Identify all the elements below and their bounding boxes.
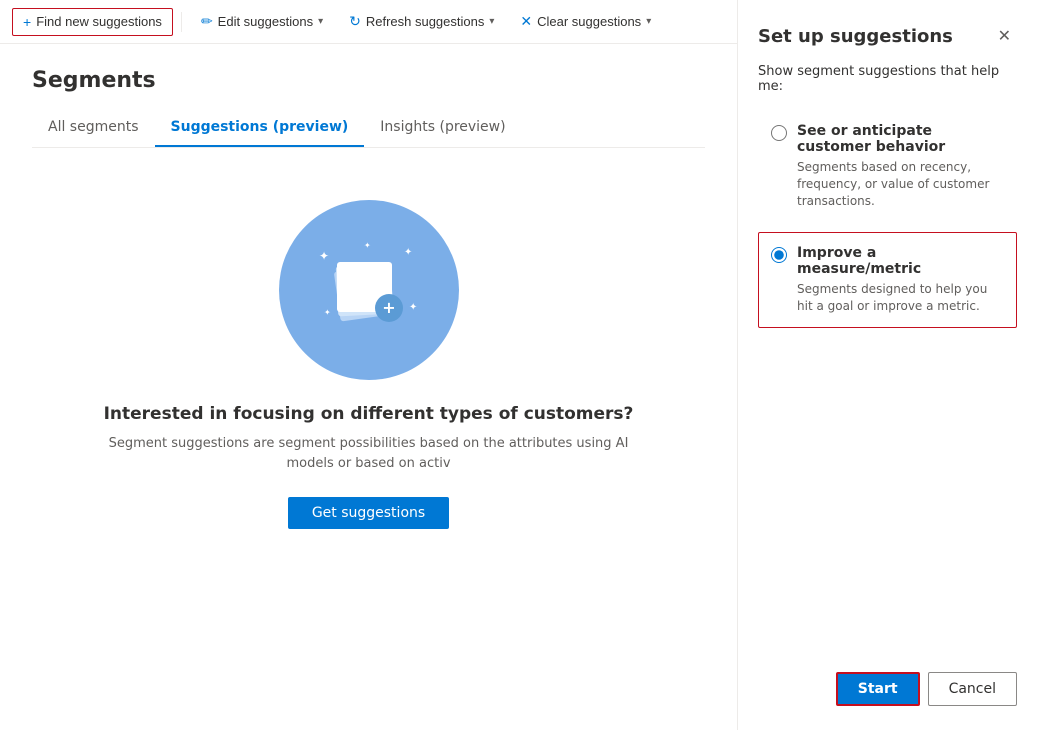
page-title: Segments [32,68,705,93]
clear-suggestions-label: Clear suggestions [537,14,641,29]
tab-insights-preview[interactable]: Insights (preview) [364,109,521,147]
improve-metric-content: Improve a measure/metric Segments design… [797,245,1004,315]
edit-suggestions-button[interactable]: ✏ Edit suggestions ▾ [190,7,334,36]
find-new-suggestions-button[interactable]: + Find new suggestions [12,8,173,36]
get-suggestions-button[interactable]: Get suggestions [288,497,449,529]
svg-text:✦: ✦ [409,302,417,313]
clear-icon: ✕ [520,13,532,30]
cancel-button[interactable]: Cancel [928,672,1017,706]
improve-metric-label: Improve a measure/metric [797,245,1004,277]
toolbar-separator-1 [181,12,182,32]
panel-title: Set up suggestions [758,26,953,47]
customer-behavior-label: See or anticipate customer behavior [797,123,1004,155]
clear-suggestions-button[interactable]: ✕ Clear suggestions ▾ [509,7,662,36]
main-area: + Find new suggestions ✏ Edit suggestion… [0,0,737,730]
edit-chevron-icon: ▾ [318,16,323,27]
svg-text:✦: ✦ [364,241,371,250]
toolbar: + Find new suggestions ✏ Edit suggestion… [0,0,737,44]
find-new-suggestions-label: Find new suggestions [36,14,162,29]
customer-behavior-radio[interactable] [771,125,787,141]
clear-chevron-icon: ▾ [646,16,651,27]
edit-icon: ✏ [201,13,213,30]
tab-suggestions-preview[interactable]: Suggestions (preview) [155,109,365,147]
tab-all-segments[interactable]: All segments [32,109,155,147]
right-panel: Set up suggestions ✕ Show segment sugges… [737,0,1037,730]
refresh-chevron-icon: ▾ [489,16,494,27]
svg-text:✦: ✦ [404,247,412,258]
panel-footer: Start Cancel [758,656,1017,706]
improve-metric-option[interactable]: Improve a measure/metric Segments design… [758,232,1017,328]
refresh-suggestions-label: Refresh suggestions [366,14,485,29]
customer-behavior-option[interactable]: See or anticipate customer behavior Segm… [758,110,1017,222]
hero-illustration: ✦ ✦ ✦ ✦ ✦ + [279,200,459,380]
start-button[interactable]: Start [836,672,920,706]
tabs: All segments Suggestions (preview) Insig… [32,109,705,148]
svg-text:✦: ✦ [324,308,331,317]
svg-text:✦: ✦ [319,249,329,263]
panel-close-button[interactable]: ✕ [992,24,1017,48]
hero-svg: ✦ ✦ ✦ ✦ ✦ + [309,230,429,350]
hero-title: Interested in focusing on different type… [104,404,634,424]
hero-description: Segment suggestions are segment possibil… [94,434,644,473]
improve-metric-radio[interactable] [771,247,787,263]
svg-text:+: + [382,298,395,317]
hero-description-text: Segment suggestions are segment possibil… [109,436,629,471]
page-content: Segments All segments Suggestions (previ… [0,44,737,730]
customer-behavior-content: See or anticipate customer behavior Segm… [797,123,1004,209]
panel-subtitle: Show segment suggestions that help me: [758,64,1017,94]
panel-header: Set up suggestions ✕ [758,24,1017,48]
refresh-icon: ↻ [349,13,361,30]
customer-behavior-desc: Segments based on recency, frequency, or… [797,159,1004,209]
improve-metric-desc: Segments designed to help you hit a goal… [797,281,1004,315]
plus-icon: + [23,14,31,30]
hero-section: ✦ ✦ ✦ ✦ ✦ + Interested in [32,180,705,549]
refresh-suggestions-button[interactable]: ↻ Refresh suggestions ▾ [338,7,505,36]
edit-suggestions-label: Edit suggestions [218,14,313,29]
